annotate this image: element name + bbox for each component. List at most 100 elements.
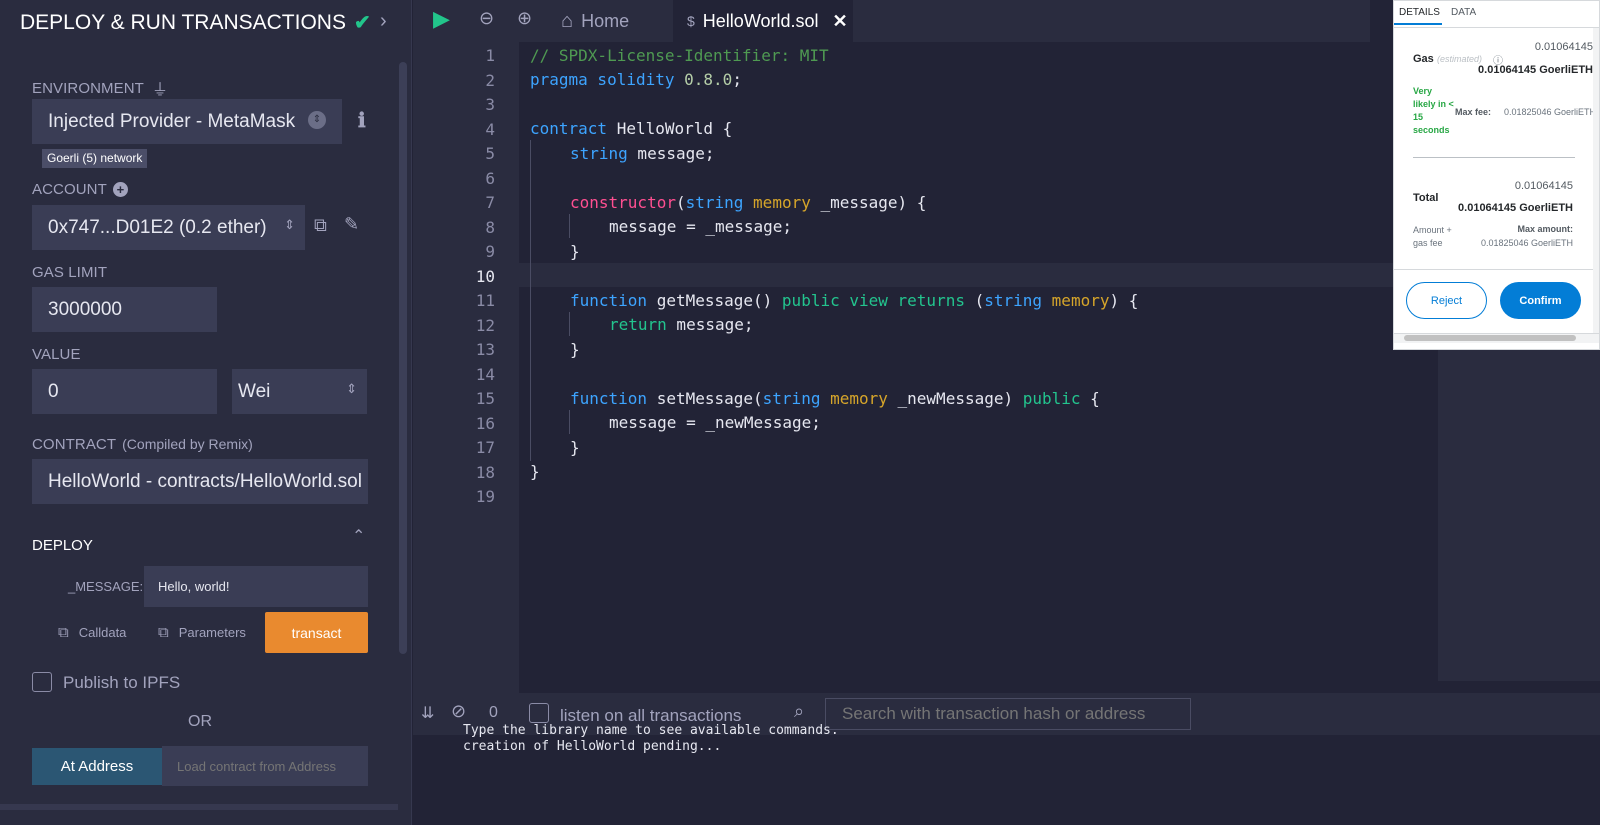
publish-label: Publish to IPFS bbox=[63, 673, 181, 692]
chevron-right-icon[interactable]: › bbox=[380, 10, 387, 33]
line-number: 15 bbox=[475, 389, 495, 408]
message-param-input[interactable]: Hello, world! bbox=[144, 566, 368, 607]
code-token: } bbox=[570, 242, 580, 261]
tab-home[interactable]: ⌂ Home bbox=[561, 0, 671, 42]
select-arrows-icon: ⇕ bbox=[308, 111, 326, 129]
code-line: } bbox=[570, 340, 580, 359]
code-line: message = _newMessage; bbox=[609, 413, 821, 432]
transact-button[interactable]: transact bbox=[265, 612, 368, 653]
contract-label: CONTRACT bbox=[32, 436, 117, 453]
terminal-output[interactable]: Type the library name to see available c… bbox=[413, 723, 1600, 825]
copy-icon[interactable]: ⧉ bbox=[314, 215, 327, 236]
contract-note: (Compiled by Remix) bbox=[122, 436, 253, 452]
code-token: 0.8.0 bbox=[684, 70, 733, 89]
editor-tab-bar: ▶ ⊖ ⊕ ⌂ Home $ HelloWorld.sol ✕ bbox=[413, 0, 1370, 42]
environment-select[interactable]: Injected Provider - MetaMask ⇕ bbox=[32, 99, 342, 144]
line-number: 14 bbox=[475, 364, 495, 384]
collapse-icon[interactable]: ⌃ bbox=[352, 526, 365, 546]
amount-gas-text: Amount + gas fee bbox=[1413, 225, 1452, 248]
deploy-run-panel: DEPLOY & RUN TRANSACTIONS ✔ › ENVIRONMEN… bbox=[0, 0, 412, 825]
confirm-button[interactable]: Confirm bbox=[1500, 282, 1581, 319]
tab-details-label: DETAILS bbox=[1399, 7, 1440, 18]
zoom-in-icon[interactable]: ⊕ bbox=[517, 8, 532, 29]
load-contract-input[interactable] bbox=[162, 746, 368, 786]
value-unit-select[interactable]: Wei ⇕ bbox=[232, 369, 367, 414]
close-icon[interactable]: ✕ bbox=[833, 11, 848, 32]
value-unit: Wei bbox=[238, 380, 271, 402]
add-account-icon[interactable]: + bbox=[112, 182, 128, 197]
at-address-button[interactable]: At Address bbox=[32, 748, 162, 785]
transaction-search-input[interactable] bbox=[825, 698, 1191, 730]
max-amount-label: Max amount: bbox=[1517, 224, 1573, 234]
reject-button[interactable]: Reject bbox=[1406, 282, 1487, 319]
environment-value: Injected Provider - MetaMask bbox=[48, 110, 296, 132]
calldata-button[interactable]: ⧉ Calldata bbox=[58, 624, 126, 641]
tab-data[interactable]: DATA bbox=[1451, 7, 1476, 18]
code-token: public bbox=[781, 291, 840, 310]
code-line: return message; bbox=[609, 315, 754, 334]
tab-file-label: HelloWorld.sol bbox=[702, 10, 819, 31]
code-token: ( bbox=[675, 193, 686, 212]
collapse-terminal-icon[interactable]: ⇊ bbox=[421, 703, 434, 723]
code-token: ) { bbox=[1109, 291, 1139, 310]
gas-value-small: 0.01064145 bbox=[1534, 41, 1593, 53]
code-token: string bbox=[570, 144, 628, 163]
code-token: getMessage() bbox=[647, 291, 782, 310]
line-number: 17 bbox=[475, 438, 495, 457]
popup-scrollbar-thumb[interactable] bbox=[1404, 335, 1576, 341]
code-line: } bbox=[570, 242, 580, 261]
code-token: } bbox=[570, 340, 580, 359]
line-number: 2 bbox=[485, 70, 495, 90]
tab-data-label: DATA bbox=[1451, 7, 1477, 18]
popup-vertical-scrollbar[interactable] bbox=[1593, 28, 1599, 333]
run-icon[interactable]: ▶ bbox=[433, 6, 450, 32]
amount-gas-label: Amount + gas fee bbox=[1413, 224, 1463, 250]
summary-divider bbox=[1413, 157, 1575, 158]
copy-icon: ⧉ bbox=[158, 624, 169, 641]
code-token: contract bbox=[530, 119, 608, 138]
max-amount-value: 0.01825046 GoerliETH bbox=[1480, 238, 1573, 248]
or-label: OR bbox=[188, 713, 212, 730]
code-token: ; bbox=[732, 70, 742, 89]
code-token: } bbox=[530, 462, 540, 481]
calldata-label: Calldata bbox=[78, 625, 127, 640]
panel-scrollbar[interactable] bbox=[399, 62, 407, 654]
check-icon: ✔ bbox=[353, 12, 371, 34]
account-label: ACCOUNT bbox=[32, 181, 107, 198]
indent-guide bbox=[569, 312, 570, 336]
tab-helloworld[interactable]: $ HelloWorld.sol ✕ bbox=[673, 0, 853, 42]
publish-checkbox[interactable] bbox=[32, 672, 52, 692]
contract-select[interactable]: HelloWorld - contracts/HelloWorld.sol bbox=[32, 459, 368, 504]
line-number: 6 bbox=[485, 168, 495, 188]
gas-estimated-label: (estimated) bbox=[1437, 54, 1483, 64]
code-token: string bbox=[762, 389, 821, 408]
edit-icon[interactable]: ✎ bbox=[344, 214, 359, 235]
code-line: function setMessage(string memory _newMe… bbox=[570, 389, 1100, 408]
environment-label: ENVIRONMENT bbox=[32, 79, 144, 97]
code-line: string message; bbox=[570, 144, 715, 163]
gas-limit-input[interactable]: 3000000 bbox=[32, 287, 217, 332]
code-token: ( bbox=[964, 291, 985, 310]
listen-checkbox[interactable] bbox=[529, 703, 549, 723]
active-line-highlight bbox=[519, 263, 1438, 287]
code-token: return bbox=[609, 315, 667, 334]
account-select[interactable]: 0x747...D01E2 (0.2 ether) ⇕ bbox=[32, 205, 305, 250]
tab-details[interactable]: DETAILS bbox=[1399, 7, 1440, 18]
info-icon[interactable]: ℹ bbox=[358, 108, 366, 133]
clear-icon[interactable]: ⊘ bbox=[451, 701, 466, 722]
zoom-out-icon[interactable]: ⊖ bbox=[479, 8, 494, 29]
at-address-label: At Address bbox=[60, 758, 134, 775]
code-token: _newMessage) bbox=[887, 389, 1023, 408]
code-comment: // SPDX-License-Identifier: MIT bbox=[530, 46, 829, 65]
code-line: pragma solidity 0.8.0; bbox=[530, 70, 742, 89]
message-param-label: _MESSAGE: bbox=[68, 579, 144, 594]
code-token: message; bbox=[666, 315, 754, 334]
code-token: message; bbox=[627, 144, 715, 163]
account-header: ACCOUNT + bbox=[32, 181, 128, 198]
network-badge: Goerli (5) network bbox=[42, 149, 148, 168]
line-number: 13 bbox=[475, 340, 495, 359]
parameters-button[interactable]: ⧉ Parameters bbox=[158, 624, 246, 641]
code-token: memory bbox=[1051, 291, 1110, 310]
value-input[interactable]: 0 bbox=[32, 369, 217, 414]
code-token: returns bbox=[897, 291, 965, 310]
